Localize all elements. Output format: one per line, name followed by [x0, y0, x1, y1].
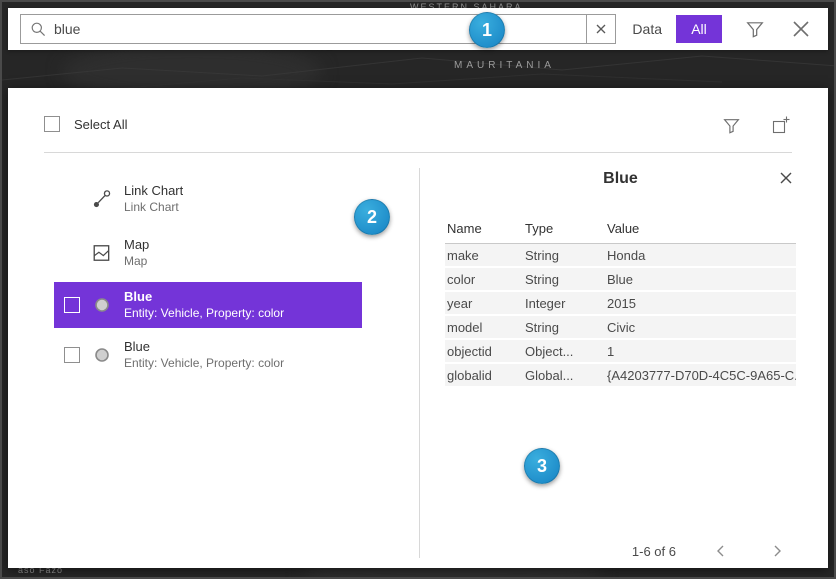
result-title: Link Chart: [124, 183, 183, 199]
details-title: Blue: [445, 168, 796, 190]
search-filter-button[interactable]: [742, 16, 768, 42]
cell-value: Civic: [607, 320, 796, 335]
annotation-badge-3: 3: [524, 448, 560, 484]
result-entity-blue-selected[interactable]: Blue Entity: Vehicle, Property: color: [54, 282, 362, 328]
table-row: color String Blue: [445, 268, 796, 292]
search-bar: Data All: [8, 8, 828, 50]
vertical-divider: [419, 168, 420, 558]
cell-value: Honda: [607, 248, 796, 263]
result-text: Map Map: [124, 237, 149, 269]
app-window: WESTERN SAHARA MAURITANIA aso Fazo Data …: [0, 0, 836, 579]
result-subtitle: Entity: Vehicle, Property: color: [124, 305, 284, 321]
column-header-type: Type: [525, 221, 607, 236]
result-link-chart[interactable]: Link Chart Link Chart: [54, 174, 362, 224]
panel-filter-button[interactable]: [719, 112, 744, 138]
result-subtitle: Entity: Vehicle, Property: color: [124, 355, 284, 371]
link-chart-icon: [92, 189, 112, 209]
properties-table: Name Type Value make String Honda color …: [445, 214, 796, 388]
entity-icon: [92, 296, 112, 314]
result-text: Link Chart Link Chart: [124, 183, 183, 215]
pagination: 1-6 of 6: [632, 540, 788, 562]
add-icon: [772, 116, 790, 134]
cell-name: color: [445, 272, 525, 287]
cell-value: Blue: [607, 272, 796, 287]
result-text: Blue Entity: Vehicle, Property: color: [124, 339, 284, 371]
result-map[interactable]: Map Map: [54, 228, 362, 278]
table-row: model String Civic: [445, 316, 796, 340]
result-title: Blue: [124, 339, 284, 355]
cell-type: Integer: [525, 296, 607, 311]
table-row: make String Honda: [445, 244, 796, 268]
entity-icon: [92, 346, 112, 364]
cell-type: String: [525, 320, 607, 335]
select-all-label: Select All: [74, 117, 127, 132]
cell-type: Object...: [525, 344, 607, 359]
annotation-badge-2: 2: [354, 199, 390, 235]
chevron-left-icon: [714, 544, 728, 558]
cell-name: objectid: [445, 344, 525, 359]
cell-value: {A4203777-D70D-4C5C-9A65-C...: [607, 368, 796, 383]
column-header-name: Name: [445, 221, 525, 236]
close-icon: [778, 170, 794, 186]
cell-name: make: [445, 248, 525, 263]
table-row: year Integer 2015: [445, 292, 796, 316]
map-label-mauritania: MAURITANIA: [454, 60, 555, 71]
table-row: globalid Global... {A4203777-D70D-4C5C-9…: [445, 364, 796, 388]
result-subtitle: Link Chart: [124, 199, 183, 215]
search-input-group: [20, 14, 616, 44]
results-list: Link Chart Link Chart Map Map: [54, 174, 362, 382]
page-range-label: 1-6 of 6: [632, 544, 676, 559]
cell-value: 1: [607, 344, 796, 359]
close-search-button[interactable]: [786, 14, 816, 44]
close-details-button[interactable]: [776, 168, 796, 191]
cell-type: String: [525, 248, 607, 263]
cell-name: year: [445, 296, 525, 311]
divider: [44, 152, 792, 153]
table-header: Name Type Value: [445, 214, 796, 244]
close-icon: [790, 18, 812, 40]
cell-type: String: [525, 272, 607, 287]
clear-icon: [595, 23, 607, 35]
cell-name: globalid: [445, 368, 525, 383]
result-title: Map: [124, 237, 149, 253]
result-title: Blue: [124, 289, 284, 305]
cell-value: 2015: [607, 296, 796, 311]
search-input[interactable]: [46, 21, 586, 37]
chevron-right-icon: [770, 544, 784, 558]
result-subtitle: Map: [124, 253, 149, 269]
next-page-button[interactable]: [766, 540, 788, 562]
column-header-value: Value: [607, 221, 796, 236]
panel-actions: [719, 112, 794, 138]
search-icon: [30, 21, 46, 37]
filter-icon: [723, 117, 740, 134]
cell-type: Global...: [525, 368, 607, 383]
details-panel: Blue Name Type Value make String Honda: [445, 168, 796, 388]
table-row: objectid Object... 1: [445, 340, 796, 364]
result-checkbox[interactable]: [64, 297, 80, 313]
panel-add-button[interactable]: [768, 112, 794, 138]
result-checkbox[interactable]: [64, 347, 80, 363]
cell-name: model: [445, 320, 525, 335]
results-panel: Select All: [8, 88, 828, 568]
filter-icon: [746, 20, 764, 38]
result-entity-blue[interactable]: Blue Entity: Vehicle, Property: color: [54, 332, 362, 378]
prev-page-button[interactable]: [710, 540, 732, 562]
map-icon: [92, 243, 112, 263]
select-all-checkbox[interactable]: [44, 116, 60, 132]
result-text: Blue Entity: Vehicle, Property: color: [124, 289, 284, 321]
map-border-lines: [2, 48, 836, 90]
annotation-badge-1: 1: [469, 12, 505, 48]
all-segment-button[interactable]: All: [676, 15, 722, 43]
select-all-row: Select All: [44, 116, 127, 132]
data-segment-button[interactable]: Data: [626, 15, 668, 43]
clear-search-button[interactable]: [586, 15, 615, 43]
